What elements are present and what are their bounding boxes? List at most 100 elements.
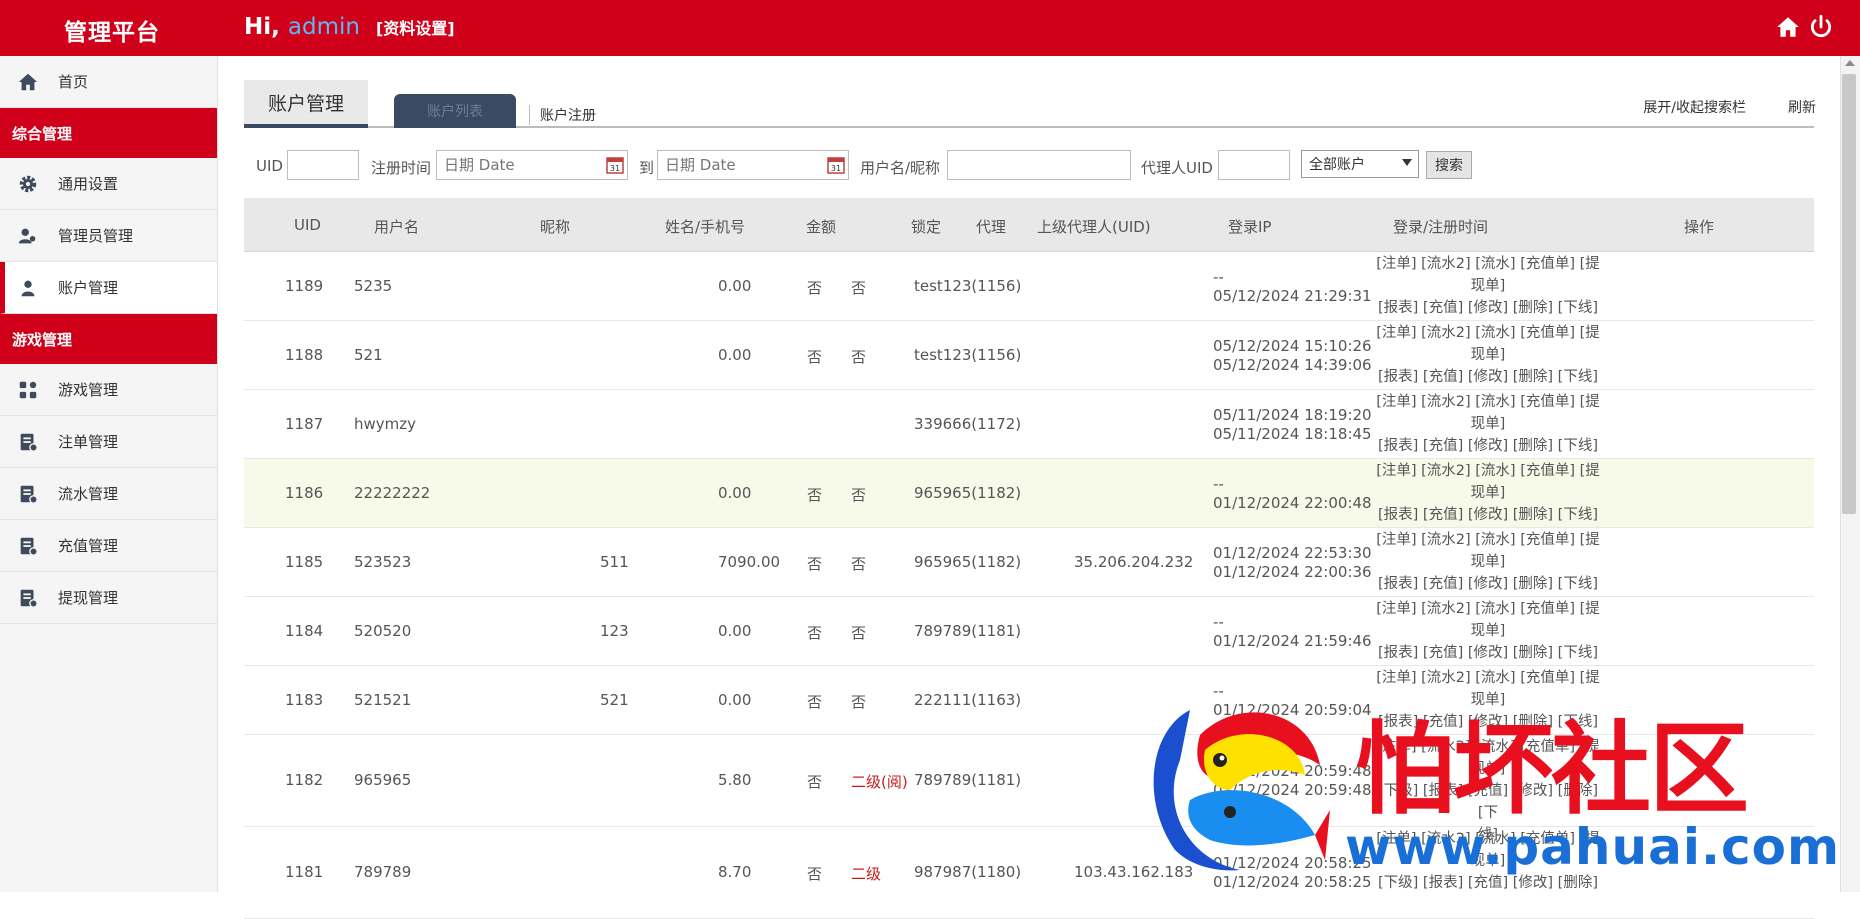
scroll-up-arrow-icon[interactable]	[1845, 60, 1855, 66]
action-links-line[interactable]: [报表] [充值] [修改] [删除] [下线]	[1374, 642, 1602, 664]
agent-uid-input[interactable]	[1218, 150, 1290, 180]
reg-start-date-input[interactable]	[436, 150, 628, 180]
uid-input[interactable]	[287, 150, 359, 180]
cell-agent: 否	[851, 279, 867, 297]
action-links-line[interactable]: [注单] [流水2] [流水] [充值单] [提	[1374, 391, 1602, 413]
users-icon	[16, 224, 40, 248]
action-links-line[interactable]: 现单]	[1374, 482, 1602, 504]
row-actions[interactable]: [注单] [流水2] [流水] [充值单] [提 现单] [报表] [充值] [修改…	[1374, 598, 1602, 664]
tab-account-list[interactable]: 账户列表	[394, 94, 516, 128]
cell-uid: 1188	[285, 346, 324, 364]
sidebar-item-label: 提现管理	[58, 589, 119, 607]
cell-uid: 1182	[285, 771, 324, 789]
sidebar-item-game-management[interactable]: 游戏管理	[0, 364, 217, 416]
action-links-line[interactable]: 现单]	[1374, 551, 1602, 573]
cell-locked: 否	[807, 348, 823, 366]
sidebar-item-admin-management[interactable]: 管理员管理	[0, 210, 217, 262]
profile-settings-link[interactable]: [资料设置]	[376, 19, 455, 38]
action-links-line[interactable]: 现单]	[1374, 275, 1602, 297]
action-links-line[interactable]: [报表] [充值] [修改] [删除] [下线]	[1374, 366, 1602, 388]
cell-login-time: 05/11/2024 18:19:20	[1213, 406, 1372, 424]
action-links-line[interactable]: [报表] [充值] [修改] [删除] [下线]	[1374, 573, 1602, 595]
action-links-line[interactable]: [注单] [流水2] [流水] [充值单] [提	[1374, 253, 1602, 275]
calendar-icon[interactable]: 31	[606, 156, 624, 174]
action-links-line[interactable]: [报表] [充值] [修改] [删除] [下线]	[1374, 297, 1602, 319]
col-username: 用户名	[374, 218, 420, 236]
sidebar-item-recharge-management[interactable]: 充值管理	[0, 520, 217, 572]
row-actions[interactable]: [注单] [流水2] [流水] [充值单] [提 现单] [报表] [充值] [修改…	[1374, 322, 1602, 388]
reg-end-date-input[interactable]	[657, 150, 849, 180]
tab-bar: 账户管理 账户列表 账户注册	[244, 80, 1814, 128]
action-links-line[interactable]: 现单]	[1374, 413, 1602, 435]
col-locked: 锁定	[911, 218, 942, 236]
sidebar-item-bet-management[interactable]: 注单管理	[0, 416, 217, 468]
power-icon[interactable]	[1808, 14, 1834, 40]
account-type-select[interactable]: 全部账户	[1301, 150, 1419, 178]
row-actions[interactable]: [注单] [流水2] [流水] [充值单] [提 现单] [报表] [充值] [修改…	[1374, 529, 1602, 595]
cell-login-time: 01/12/2024 22:53:30	[1213, 544, 1372, 562]
apps-icon	[16, 378, 40, 402]
col-amount: 金额	[806, 218, 837, 236]
action-links-line[interactable]: [注单] [流水2] [流水] [充值单] [提	[1374, 598, 1602, 620]
sidebar-item-withdraw-management[interactable]: 提现管理	[0, 572, 217, 624]
action-links-line[interactable]: 现单]	[1374, 620, 1602, 642]
action-links-line[interactable]: [注单] [流水2] [流水] [充值单] [提	[1374, 667, 1602, 689]
cell-amount: 0.00	[718, 691, 752, 709]
top-bar: 管理平台 Hi, admin [资料设置]	[0, 0, 1860, 56]
table-row: 1189 5235 0.00 否 否 test123(1156) -- 05/12/2024 …	[244, 252, 1814, 321]
cell-name-phone: 123	[600, 622, 629, 640]
cell-reg-time: 05/12/2024 21:29:31	[1213, 287, 1372, 305]
search-filters: UID 注册时间 31 到 31 用户名/昵称 代理人UID 全部账户 搜索	[244, 148, 1814, 186]
refresh-link[interactable]: 刷新	[1788, 97, 1816, 117]
sidebar-item-account-management[interactable]: 账户管理	[0, 262, 217, 314]
document-icon	[16, 430, 40, 454]
scrollbar-thumb[interactable]	[1842, 74, 1856, 514]
cell-amount: 5.80	[718, 771, 752, 789]
cell-reg-time: 01/12/2024 22:00:36	[1213, 563, 1372, 581]
sidebar-group-general: 综合管理	[0, 108, 217, 158]
cell-agent: 二级(阅)	[851, 773, 908, 791]
cell-parent-agent: 789789(1181)	[914, 771, 1022, 789]
table-row: 1185 523523 511 7090.00 否 否 965965(1182) 35.206…	[244, 528, 1814, 597]
row-actions[interactable]: [注单] [流水2] [流水] [充值单] [提 现单] [报表] [充值] [修改…	[1374, 391, 1602, 457]
cell-parent-agent: 789789(1181)	[914, 622, 1022, 640]
col-uid: UID	[294, 216, 321, 234]
col-actions: 操作	[1684, 218, 1715, 236]
cell-username: 523523	[354, 553, 412, 571]
cell-uid: 1184	[285, 622, 324, 640]
row-actions[interactable]: [注单] [流水2] [流水] [充值单] [提 现单] [报表] [充值] [修改…	[1374, 253, 1602, 319]
cell-uid: 1181	[285, 863, 324, 881]
action-links-line[interactable]: [注单] [流水2] [流水] [充值单] [提	[1374, 529, 1602, 551]
sidebar-item-home[interactable]: 首页	[0, 56, 217, 108]
username-input[interactable]	[947, 150, 1131, 180]
tab-account-management[interactable]: 账户管理	[244, 80, 368, 128]
search-button[interactable]: 搜索	[1426, 151, 1472, 179]
col-agent: 代理	[976, 218, 1007, 236]
action-links-line[interactable]: 现单]	[1374, 344, 1602, 366]
table-row: 1186 22222222 0.00 否 否 965965(1182) -- 01/12/20…	[244, 459, 1814, 528]
uid-label: UID	[256, 157, 283, 175]
row-actions[interactable]: [注单] [流水2] [流水] [充值单] [提 现单] [报表] [充值] [修改…	[1374, 460, 1602, 526]
col-name-phone: 姓名/手机号	[665, 218, 746, 236]
cell-agent: 二级	[851, 865, 882, 883]
cell-reg-time: 01/12/2024 22:00:48	[1213, 494, 1372, 512]
to-label: 到	[639, 159, 655, 177]
toggle-search-link[interactable]: 展开/收起搜索栏	[1643, 97, 1746, 117]
action-links-line[interactable]: [注单] [流水2] [流水] [充值单] [提	[1374, 460, 1602, 482]
cell-agent: 否	[851, 555, 867, 573]
action-links-line[interactable]: [注单] [流水2] [流水] [充值单] [提	[1374, 322, 1602, 344]
sidebar-item-general-settings[interactable]: 通用设置	[0, 158, 217, 210]
action-links-line[interactable]: [报表] [充值] [修改] [删除] [下线]	[1374, 504, 1602, 526]
username-link[interactable]: admin	[288, 14, 360, 40]
home-icon[interactable]	[1775, 14, 1801, 40]
action-links-line[interactable]: [报表] [充值] [修改] [删除] [下线]	[1374, 435, 1602, 457]
cell-locked: 否	[807, 693, 823, 711]
cell-agent: 否	[851, 486, 867, 504]
cell-username: 789789	[354, 863, 412, 881]
sidebar-item-flow-management[interactable]: 流水管理	[0, 468, 217, 520]
document-icon	[16, 482, 40, 506]
calendar-icon[interactable]: 31	[827, 156, 845, 174]
tab-account-register[interactable]: 账户注册	[529, 105, 596, 125]
fish-logo-icon	[1153, 710, 1330, 871]
sidebar: 首页 综合管理 通用设置 管理员管理 账户管理 游戏管理 游戏管理 注单管理 流…	[0, 56, 218, 892]
